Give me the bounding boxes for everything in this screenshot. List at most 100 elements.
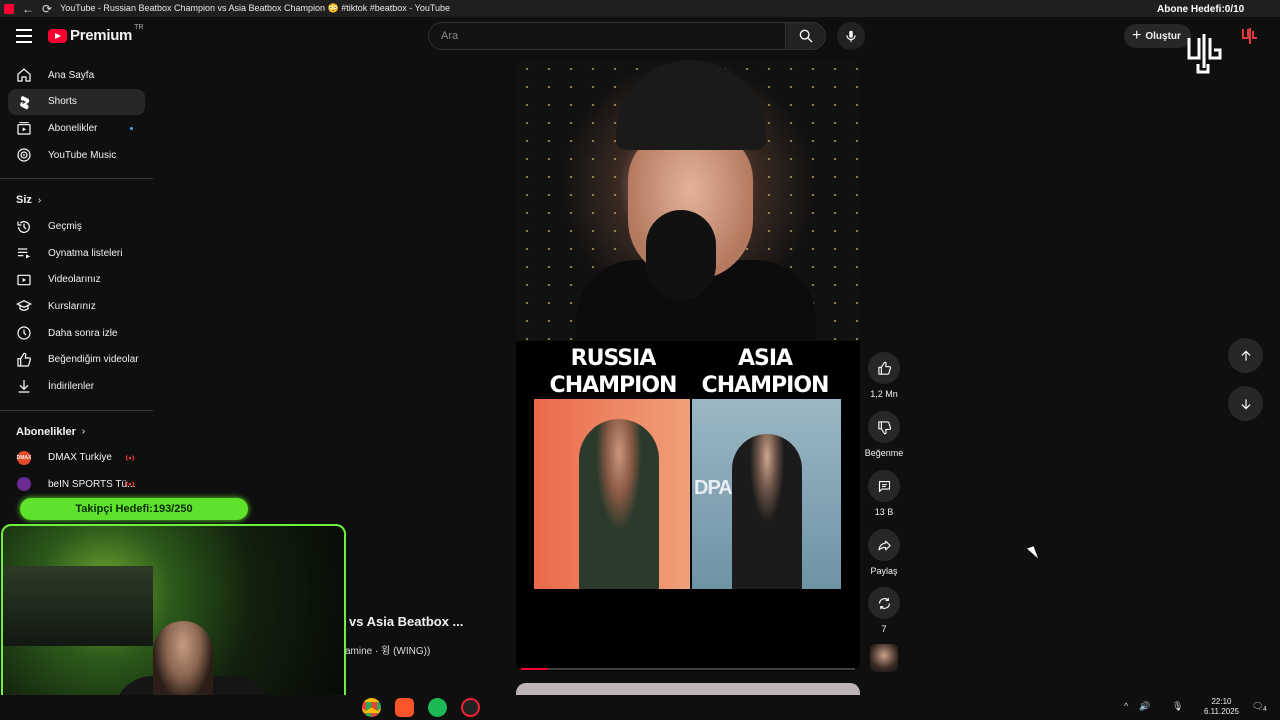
region-code: TR	[134, 24, 144, 31]
mic-tray-icon[interactable]: 🎙	[1172, 701, 1183, 712]
sidebar-item-bein-sports-tü-[interactable]: beIN SPORTS Tü...	[8, 471, 145, 498]
brave-icon[interactable]	[395, 698, 414, 717]
create-label: Oluştur	[1145, 30, 1181, 42]
chevron-right-icon: ›	[81, 426, 86, 438]
sidebar-item-youtube-music[interactable]: YouTube Music	[8, 142, 145, 169]
sidebar-item-abonelikler[interactable]: Abonelikler	[8, 115, 145, 142]
history-icon	[16, 219, 32, 235]
home-icon	[16, 67, 32, 83]
back-icon[interactable]: ←	[22, 2, 34, 16]
sidebar-item-oynatma-listeleri[interactable]: Oynatma listeleri	[8, 240, 145, 267]
clock-date: 6.11.2025	[1204, 707, 1239, 716]
subscriptions-icon	[16, 120, 32, 136]
sidebar-item-geçmiş[interactable]: Geçmiş	[8, 213, 145, 240]
tray-chevron-icon[interactable]: ^	[1124, 701, 1128, 711]
volume-icon[interactable]: 🔊	[1139, 701, 1150, 712]
your-videos-icon	[16, 272, 32, 288]
next-short-button[interactable]	[1228, 386, 1263, 421]
reactor-camera-frame	[516, 60, 860, 350]
share-action[interactable]: Paylaş	[862, 529, 906, 576]
russia-champion-label: RUSSIA CHAMPION	[549, 346, 678, 398]
masthead: Premium TR + Oluştur	[0, 17, 1280, 57]
remix-count: 7	[881, 624, 887, 634]
like-button[interactable]	[868, 352, 900, 384]
shorts-icon	[16, 94, 32, 110]
short-video-player[interactable]: RUSSIA CHAMPION ASIA CHAMPION DPAMINE	[516, 60, 860, 671]
live-icon	[125, 454, 135, 462]
sidebar-item-daha-sonra-izle[interactable]: Daha sonra izle	[8, 320, 145, 347]
sidebar-item-i-ndirilenler[interactable]: İndirilenler	[8, 373, 145, 400]
search-button[interactable]	[786, 22, 826, 50]
previous-short-button[interactable]	[1228, 338, 1263, 373]
live-icon	[125, 480, 135, 488]
remix-action[interactable]: 7	[862, 587, 906, 634]
sidebar-item-label: Shorts	[48, 96, 77, 108]
section-heading: Abonelikler	[16, 425, 76, 438]
reload-icon[interactable]: ⟳	[42, 2, 52, 16]
downloads-icon	[16, 378, 32, 394]
sidebar-item-kurslarınız[interactable]: Kurslarınız	[8, 293, 145, 320]
app-icon[interactable]	[461, 698, 480, 717]
sidebar-item-label: DMAX Turkiye	[48, 452, 112, 464]
youtube-play-icon	[48, 28, 67, 43]
dislike-label: Beğenme	[864, 448, 904, 458]
sidebar: Ana Sayfa Shorts Abonelikler YouTube Music …	[0, 62, 153, 498]
search-box	[428, 22, 786, 50]
courses-icon	[16, 298, 32, 314]
sidebar-section-subscriptions[interactable]: Abonelikler ›	[0, 419, 153, 445]
sidebar-item-label: Oynatma listeleri	[48, 247, 123, 259]
notifications-icon[interactable]: 🗨	[1252, 701, 1263, 712]
asia-champion-clip: DPAMINE	[692, 399, 841, 589]
youtube-premium-logo[interactable]: Premium TR	[48, 24, 144, 44]
versus-labels: RUSSIA CHAMPION ASIA CHAMPION	[516, 341, 860, 401]
chrome-icon[interactable]	[362, 698, 381, 717]
youtube-music-icon	[16, 147, 32, 163]
comment-icon	[878, 480, 890, 492]
sidebar-item-ana-sayfa[interactable]: Ana Sayfa	[8, 62, 145, 89]
sidebar-divider	[0, 409, 153, 411]
streamer-logo-icon	[1187, 34, 1222, 74]
arrow-down-icon	[1241, 398, 1250, 409]
new-content-dot	[130, 127, 133, 131]
streamer-logo-red-icon	[1242, 28, 1257, 44]
sidebar-section-you[interactable]: Siz ›	[0, 187, 153, 213]
sidebar-item-label: Ana Sayfa	[48, 69, 95, 81]
like-count: 1,2 Mn	[870, 389, 898, 399]
window-title: YouTube - Russian Beatbox Champion vs As…	[60, 3, 451, 13]
taskbar: ^ 🔊 🎙 22:10 6.11.2025 🗨 4	[0, 695, 1280, 720]
share-icon	[877, 540, 891, 550]
search-icon	[799, 29, 812, 43]
streamer-webcam	[1, 524, 346, 717]
short-title-partial[interactable]: vs Asia Beatbox ...	[349, 614, 463, 629]
voice-search-button[interactable]	[837, 22, 865, 50]
create-button[interactable]: + Oluştur	[1124, 24, 1191, 48]
spotify-icon[interactable]	[428, 698, 447, 717]
window-titlebar: ← ⟳ YouTube - Russian Beatbox Champion v…	[0, 0, 1280, 17]
video-progress-bar[interactable]	[521, 668, 855, 670]
remix-icon	[878, 597, 890, 609]
search-input[interactable]	[429, 23, 785, 49]
dislike-button[interactable]	[868, 411, 900, 443]
sidebar-item-beğendiğim-videolar[interactable]: Beğendiğim videolar	[8, 346, 145, 373]
menu-icon[interactable]	[16, 29, 32, 43]
sidebar-item-videolarınız[interactable]: Videolarınız	[8, 267, 145, 294]
comments-action[interactable]: 13 B	[862, 470, 906, 517]
chevron-right-icon: ›	[37, 194, 42, 206]
liked-videos-icon	[16, 352, 32, 368]
sidebar-item-shorts[interactable]: Shorts	[8, 88, 145, 116]
short-music-partial[interactable]: amine · 윙 (WING))	[345, 642, 430, 657]
comments-button[interactable]	[868, 470, 900, 502]
sidebar-item-label: Daha sonra izle	[48, 327, 118, 339]
sidebar-item-label: Abonelikler	[48, 122, 98, 134]
sidebar-item-dmax-turkiye[interactable]: DMAX DMAX Turkiye	[8, 445, 145, 472]
system-clock[interactable]: 22:10 6.11.2025	[1204, 697, 1239, 717]
section-heading: Siz	[16, 194, 32, 207]
like-action[interactable]: 1,2 Mn	[862, 352, 906, 399]
share-button[interactable]	[868, 529, 900, 561]
follower-goal-badge: Takipçi Hedefi:193/250	[20, 498, 248, 520]
dislike-action[interactable]: Beğenme	[862, 411, 906, 458]
sound-avatar[interactable]	[870, 644, 898, 672]
remix-button[interactable]	[868, 587, 900, 619]
sidebar-divider	[0, 178, 153, 180]
comment-count: 13 B	[874, 507, 894, 517]
